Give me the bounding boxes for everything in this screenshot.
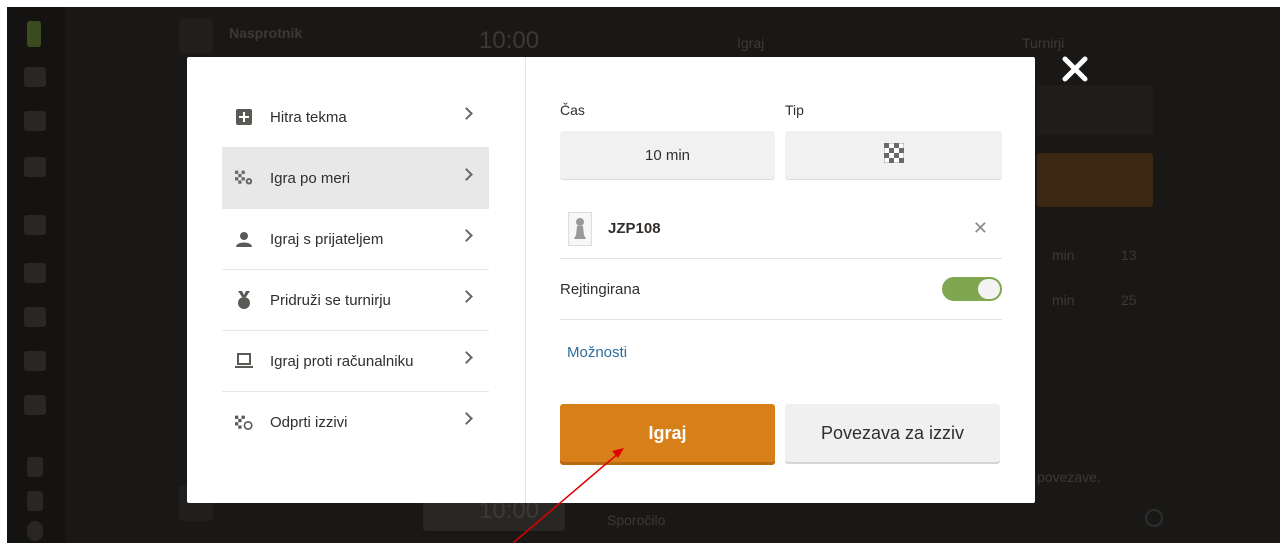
annotation-arrow	[512, 448, 624, 543]
